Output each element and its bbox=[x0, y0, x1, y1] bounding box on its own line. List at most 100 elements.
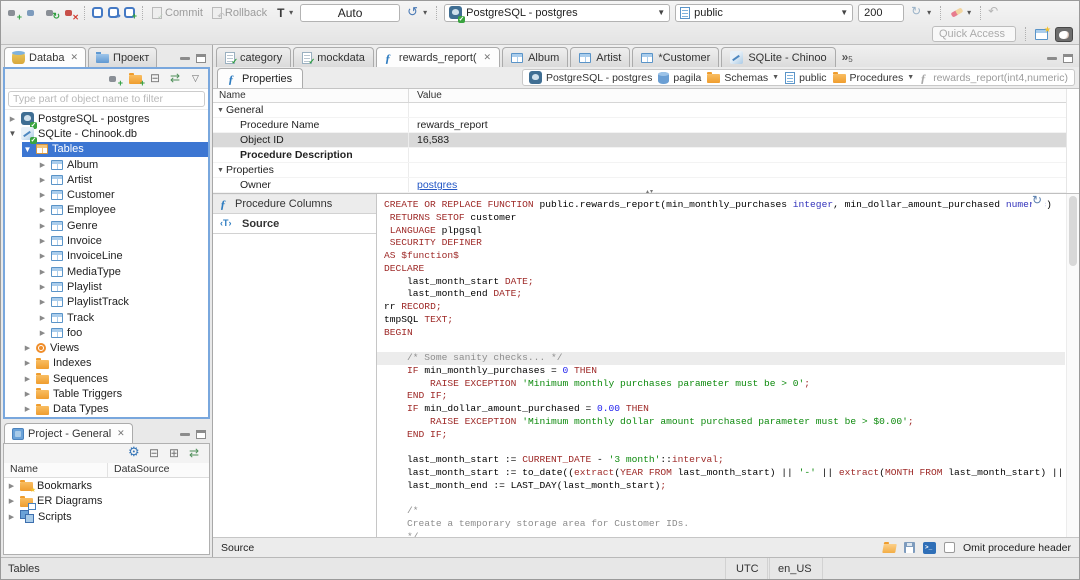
collapse-all-icon[interactable] bbox=[149, 446, 161, 460]
expand-arrow-icon[interactable]: ▶ bbox=[38, 283, 47, 291]
dbeaver-perspective-icon[interactable] bbox=[1055, 26, 1073, 42]
dropdown-caret-icon[interactable]: ▼ bbox=[772, 74, 779, 81]
close-icon[interactable]: ✕ bbox=[70, 52, 78, 63]
new-sql-editor-icon[interactable] bbox=[124, 7, 137, 21]
expand-arrow-icon[interactable]: ▶ bbox=[23, 405, 32, 413]
grid-header-name[interactable]: Name bbox=[213, 89, 409, 102]
disconnect-icon[interactable] bbox=[63, 6, 79, 22]
breadcrumb-item-pagila[interactable]: pagila bbox=[658, 71, 701, 84]
dropdown-caret-icon[interactable]: ▾ bbox=[967, 8, 971, 17]
breadcrumb-item-schemas[interactable]: Schemas ▼ bbox=[707, 72, 779, 84]
close-icon[interactable]: ✕ bbox=[117, 428, 125, 439]
commit-button[interactable]: Commit bbox=[150, 6, 205, 21]
expand-arrow-icon[interactable]: ▶ bbox=[7, 497, 16, 505]
tree-item-table-triggers[interactable]: ▶ Table Triggers bbox=[5, 386, 208, 401]
tree-item-playlisttrack[interactable]: ▶ PlaylistTrack bbox=[5, 295, 208, 310]
tabs-overflow-button[interactable]: » 5 bbox=[838, 50, 857, 67]
code-scrollbar[interactable] bbox=[1066, 194, 1079, 537]
view-menu-icon[interactable] bbox=[192, 73, 202, 84]
gear-icon[interactable] bbox=[128, 444, 141, 460]
column-header-name[interactable]: Name bbox=[4, 463, 108, 477]
tree-item-invoiceline[interactable]: ▶ InvoiceLine bbox=[5, 249, 208, 264]
sash-handle-icon[interactable]: ▴▾ bbox=[646, 188, 654, 195]
transaction-mode-combo[interactable]: Auto bbox=[300, 3, 401, 22]
tree-item-views[interactable]: ▶ Views bbox=[5, 340, 208, 355]
query-history-button[interactable]: ▾ bbox=[405, 4, 429, 20]
tree-item-tables[interactable]: ▼ Tables bbox=[5, 141, 208, 157]
omit-procedure-header-checkbox[interactable] bbox=[944, 542, 956, 553]
tree-item-sequences[interactable]: ▶ Sequences bbox=[5, 371, 208, 386]
editor-tab-sqlite-chinoo[interactable]: SQLite - Chinoo bbox=[721, 47, 836, 67]
tree-item-employee[interactable]: ▶ Employee bbox=[5, 203, 208, 218]
tree-item-postgresql-postgres[interactable]: ▶ PostgreSQL - postgres bbox=[5, 111, 208, 130]
transaction-log-button[interactable]: ▾ bbox=[274, 5, 295, 20]
minimize-icon[interactable] bbox=[180, 57, 190, 60]
locale-indicator[interactable]: en_US bbox=[767, 558, 823, 579]
rollback-button[interactable]: Rollback bbox=[210, 6, 269, 22]
collapse-arrow-icon[interactable]: ▼ bbox=[217, 167, 226, 174]
expand-arrow-icon[interactable]: ▶ bbox=[38, 268, 47, 276]
tree-item-data-types[interactable]: ▶ Data Types bbox=[5, 402, 208, 417]
tab-database-navigator[interactable]: Databa ✕ bbox=[4, 47, 87, 67]
active-connection-combo[interactable]: PostgreSQL - postgres ▼ bbox=[444, 3, 671, 23]
source-code-editor[interactable]: CREATE OR REPLACE FUNCTION public.reward… bbox=[377, 194, 1079, 537]
editor-tab-album[interactable]: Album bbox=[502, 47, 569, 67]
erase-button[interactable]: ▾ bbox=[948, 5, 973, 20]
expand-arrow-icon[interactable]: ▶ bbox=[7, 482, 16, 490]
tree-item-track[interactable]: ▶ Track bbox=[5, 310, 208, 325]
expand-arrow-icon[interactable]: ▶ bbox=[38, 252, 47, 260]
load-from-file-icon[interactable] bbox=[882, 544, 897, 553]
editor-tab-rewards-report[interactable]: rewards_report(✕ bbox=[375, 47, 501, 67]
timezone-indicator[interactable]: UTC bbox=[725, 558, 770, 579]
undo-icon[interactable] bbox=[988, 4, 1001, 19]
editor-tab-mockdata[interactable]: mockdata bbox=[293, 47, 374, 67]
object-filter-input[interactable] bbox=[8, 91, 205, 107]
project-item-bookmarks[interactable]: ▶ Bookmarks bbox=[4, 478, 209, 495]
expand-arrow-icon[interactable]: ▶ bbox=[38, 191, 47, 199]
refresh-button[interactable]: ▾ bbox=[909, 4, 933, 20]
connect-icon[interactable] bbox=[6, 6, 22, 22]
tree-item-genre[interactable]: ▶ Genre bbox=[5, 218, 208, 233]
expand-arrow-icon[interactable]: ▶ bbox=[38, 329, 47, 337]
expand-arrow-icon[interactable]: ▶ bbox=[23, 390, 32, 398]
column-header-datasource[interactable]: DataSource bbox=[108, 463, 209, 477]
close-icon[interactable]: ✕ bbox=[484, 52, 492, 63]
dropdown-caret-icon[interactable]: ▼ bbox=[657, 8, 665, 17]
maximize-icon[interactable] bbox=[1063, 54, 1073, 63]
expand-arrow-icon[interactable]: ▶ bbox=[7, 513, 16, 521]
sql-editor-icon[interactable] bbox=[92, 7, 103, 18]
tree-item-indexes[interactable]: ▶ Indexes bbox=[5, 356, 208, 371]
editor-tab-customer[interactable]: *Customer bbox=[632, 47, 720, 67]
refresh-source-icon[interactable] bbox=[1032, 193, 1045, 208]
link-with-editor-icon[interactable] bbox=[170, 71, 184, 85]
expand-arrow-icon[interactable]: ▶ bbox=[38, 298, 47, 306]
active-schema-combo[interactable]: public ▼ bbox=[675, 3, 854, 22]
expand-arrow-icon[interactable]: ▶ bbox=[38, 237, 47, 245]
breadcrumb-item-rewards-report-int4-numeric[interactable]: rewards_report(int4,numeric) bbox=[920, 71, 1068, 86]
expand-arrow-icon[interactable]: ▶ bbox=[23, 375, 32, 383]
new-connection-folder-icon[interactable] bbox=[129, 73, 145, 88]
dropdown-caret-icon[interactable]: ▾ bbox=[927, 8, 931, 17]
tree-item-foo[interactable]: ▶ foo bbox=[5, 325, 208, 340]
project-item-scripts[interactable]: ▶ Scripts bbox=[4, 509, 209, 525]
grid-row-procedure-description[interactable]: Procedure Description bbox=[213, 148, 1079, 163]
quick-access-input[interactable] bbox=[932, 26, 1016, 42]
owner-link[interactable]: postgres bbox=[417, 179, 457, 191]
editor-tab-category[interactable]: category bbox=[216, 47, 292, 67]
expand-all-icon[interactable] bbox=[169, 446, 181, 460]
breadcrumb-item-public[interactable]: public bbox=[785, 71, 827, 84]
collapse-arrow-icon[interactable]: ▼ bbox=[217, 107, 226, 114]
grid-row-properties[interactable]: ▼ Properties bbox=[213, 163, 1079, 178]
maximize-icon[interactable] bbox=[196, 430, 206, 439]
project-item-er-diagrams[interactable]: ▶ ER Diagrams bbox=[4, 494, 209, 510]
minimize-icon[interactable] bbox=[180, 433, 190, 436]
expand-arrow-icon[interactable]: ▶ bbox=[38, 314, 47, 322]
disconnect-plug-icon[interactable] bbox=[25, 6, 39, 19]
expand-arrow-icon[interactable]: ▶ bbox=[23, 359, 32, 367]
link-with-editor-icon[interactable] bbox=[189, 446, 203, 460]
dropdown-caret-icon[interactable]: ▾ bbox=[423, 8, 427, 17]
grid-row-object-id[interactable]: Object ID 16,583 bbox=[213, 133, 1079, 148]
tree-item-invoice[interactable]: ▶ Invoice bbox=[5, 233, 208, 248]
expand-arrow-icon[interactable]: ▶ bbox=[38, 222, 47, 230]
dropdown-caret-icon[interactable]: ▼ bbox=[840, 8, 848, 17]
